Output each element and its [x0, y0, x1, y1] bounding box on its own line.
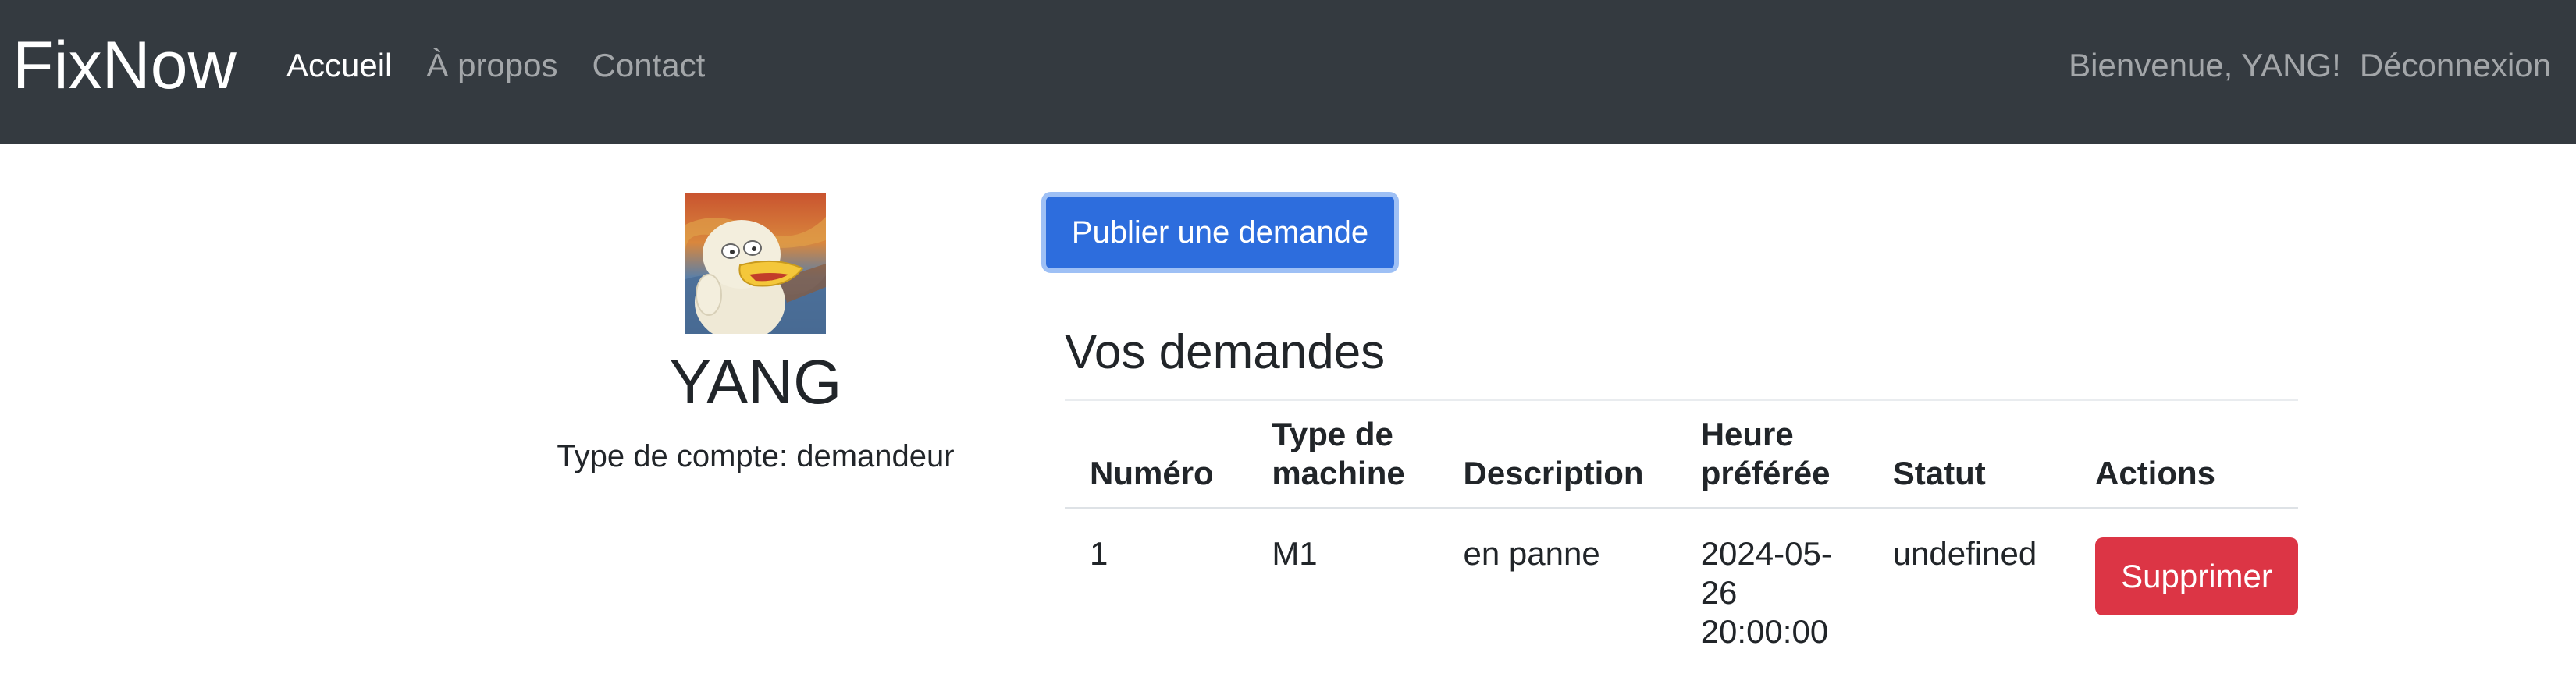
- brand-logo[interactable]: FixNow: [12, 27, 237, 105]
- cell-heure-preferee: 2024-05-26 20:00:00: [1700, 535, 1832, 650]
- nav-link-contact[interactable]: Contact: [592, 44, 706, 87]
- top-navbar: FixNow Accueil À propos Contact Bienvenu…: [0, 0, 2576, 144]
- publish-request-button[interactable]: Publier une demande: [1041, 192, 1399, 273]
- header-description: Description: [1438, 401, 1676, 509]
- requests-title: Vos demandes: [1065, 325, 1386, 379]
- nav-user-area: Bienvenue, YANG! Déconnexion: [2069, 44, 2551, 87]
- nav-links: Accueil À propos Contact: [286, 44, 705, 87]
- avatar: [685, 193, 826, 334]
- header-numero: Numéro: [1065, 401, 1247, 509]
- table-row: 1 M1 en panne 2024-05-26 20:00:00 undefi…: [1065, 509, 2298, 652]
- welcome-text: Bienvenue, YANG!: [2069, 47, 2341, 83]
- profile-card: YANG Type de compte: demandeur: [500, 193, 1012, 476]
- delete-button[interactable]: Supprimer: [2095, 537, 2298, 615]
- table-header-row: Numéro Type de machine Description Heure…: [1065, 401, 2298, 509]
- header-type-machine: Type de machine: [1247, 401, 1439, 509]
- header-heure-preferee: Heure préférée: [1675, 401, 1868, 509]
- header-actions: Actions: [2070, 401, 2298, 509]
- account-type: Type de compte: demandeur: [557, 439, 955, 473]
- profile-name: YANG: [669, 347, 842, 417]
- header-statut: Statut: [1867, 401, 2070, 509]
- cell-numero: 1: [1090, 535, 1108, 572]
- cell-actions: Supprimer: [2070, 509, 2298, 652]
- cell-statut: undefined: [1892, 535, 2037, 572]
- logout-link[interactable]: Déconnexion: [2360, 44, 2551, 87]
- nav-link-a-propos[interactable]: À propos: [426, 44, 557, 87]
- cell-description: en panne: [1463, 535, 1600, 572]
- cell-type-machine: M1: [1272, 535, 1318, 572]
- requests-table: Numéro Type de machine Description Heure…: [1065, 401, 2298, 651]
- nav-link-accueil[interactable]: Accueil: [286, 44, 392, 87]
